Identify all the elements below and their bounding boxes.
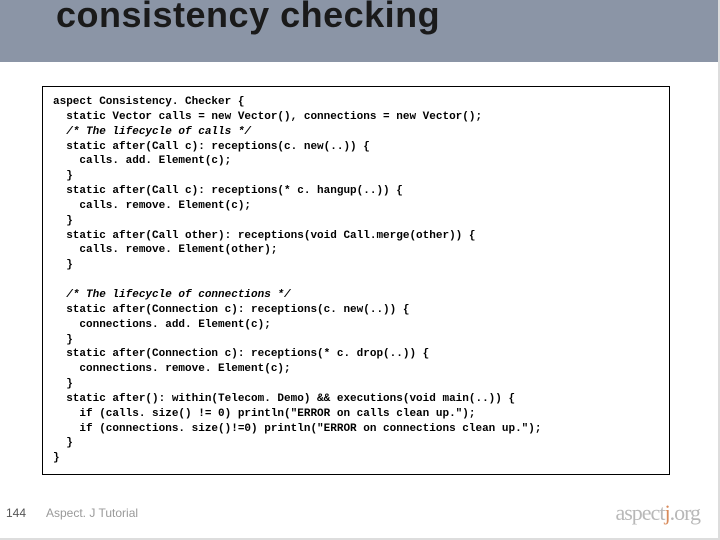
code-line: static after(Call other): receptions(voi… <box>53 230 475 242</box>
code-block: aspect Consistency. Checker { static Vec… <box>42 86 670 475</box>
code-line: } <box>53 437 73 449</box>
code-line: if (calls. size() != 0) println("ERROR o… <box>53 408 475 420</box>
code-line: static after(Call c): receptions(* c. ha… <box>53 185 403 197</box>
code-line: static after(): within(Telecom. Demo) &&… <box>53 393 515 405</box>
code-line: calls. add. Element(c); <box>53 155 231 167</box>
logo-text: aspect <box>615 500 664 525</box>
code-comment: /* The lifecycle of connections */ <box>53 289 291 301</box>
code-line: connections. remove. Element(c); <box>53 363 291 375</box>
code-line: aspect Consistency. Checker { <box>53 96 244 108</box>
footer-text: Aspect. J Tutorial <box>46 506 138 520</box>
logo: aspectj.org <box>615 500 700 526</box>
code-line: connections. add. Element(c); <box>53 319 271 331</box>
code-line: } <box>53 215 73 227</box>
code-line: static after(Connection c): receptions(*… <box>53 348 429 360</box>
code-comment: /* The lifecycle of calls */ <box>53 126 251 138</box>
code-line: } <box>53 452 60 464</box>
code-line: calls. remove. Element(other); <box>53 244 277 256</box>
code-line: calls. remove. Element(c); <box>53 200 251 212</box>
slide-title: consistency checking <box>56 0 440 36</box>
code-line: if (connections. size()!=0) println("ERR… <box>53 423 541 435</box>
slide-number: 144 <box>6 506 26 520</box>
logo-suffix: .org <box>670 500 700 525</box>
code-line: static after(Connection c): receptions(c… <box>53 304 409 316</box>
code-line: static after(Call c): receptions(c. new(… <box>53 141 370 153</box>
code-line: } <box>53 259 73 271</box>
code-line: } <box>53 334 73 346</box>
code-line: } <box>53 170 73 182</box>
code-line: static Vector calls = new Vector(), conn… <box>53 111 482 123</box>
code-line: } <box>53 378 73 390</box>
